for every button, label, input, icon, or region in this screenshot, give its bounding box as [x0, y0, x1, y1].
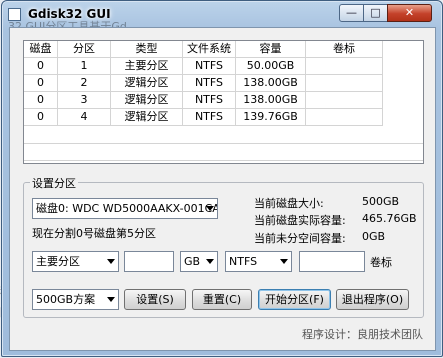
grid-line: [24, 143, 423, 144]
unit-select[interactable]: GB: [180, 251, 218, 272]
volume-label-caption: 卷标: [370, 256, 392, 269]
cell-disk: 0: [24, 58, 58, 75]
grid-line: [24, 160, 423, 161]
cell-label: [306, 58, 383, 75]
chevron-down-icon: [280, 259, 288, 264]
header-filesystem[interactable]: 文件系统: [183, 41, 236, 58]
partition-type-value: 主要分区: [36, 255, 80, 268]
cell-capacity: 138.00GB: [236, 75, 306, 92]
settings-button[interactable]: 设置(S): [124, 289, 186, 310]
chevron-down-icon: [206, 206, 214, 211]
cell-filesystem: NTFS: [183, 92, 236, 109]
cell-type: 主要分区: [111, 58, 183, 75]
filesystem-value: NTFS: [229, 255, 258, 268]
chevron-down-icon: [107, 259, 115, 264]
reset-button[interactable]: 重置(C): [192, 289, 252, 310]
unit-value: GB: [184, 255, 201, 268]
start-partition-button[interactable]: 开始分区(F): [258, 289, 331, 310]
table-row[interactable]: 0 4 逻辑分区 NTFS 139.76GB: [24, 109, 383, 126]
table-header: 磁盘 分区 类型 文件系统 容量 卷标: [24, 41, 383, 58]
info-disk-size-value: 500GB: [362, 195, 400, 208]
footer-credit: 程序设计：良朋技术团队: [302, 328, 423, 341]
size-input[interactable]: [124, 251, 174, 272]
chevron-down-icon: [206, 259, 214, 264]
cell-disk: 0: [24, 75, 58, 92]
cell-type: 逻辑分区: [111, 92, 183, 109]
cell-type: 逻辑分区: [111, 109, 183, 126]
cell-partition: 2: [58, 75, 111, 92]
minimize-button[interactable]: —: [339, 4, 364, 22]
table-row[interactable]: 0 1 主要分区 NTFS 50.00GB: [24, 58, 383, 75]
settings-group-title: 设置分区: [30, 175, 78, 191]
cell-label: [306, 75, 383, 92]
cell-partition: 1: [58, 58, 111, 75]
partition-type-select[interactable]: 主要分区: [32, 251, 119, 272]
header-label[interactable]: 卷标: [306, 41, 383, 58]
maximize-button[interactable]: □: [363, 4, 388, 22]
cell-label: [306, 109, 383, 126]
info-unallocated-value: 0GB: [362, 230, 386, 243]
header-disk[interactable]: 磁盘: [24, 41, 58, 58]
cell-type: 逻辑分区: [111, 75, 183, 92]
exit-button[interactable]: 退出程序(O): [336, 289, 409, 310]
cell-filesystem: NTFS: [183, 109, 236, 126]
disk-select[interactable]: 磁盘0: WDC WD5000AAKX-001CA: [32, 198, 218, 219]
info-actual-capacity-label: 当前磁盘实际容量:: [254, 214, 346, 227]
cell-capacity: 138.00GB: [236, 92, 306, 109]
cell-filesystem: NTFS: [183, 75, 236, 92]
cell-capacity: 139.76GB: [236, 109, 306, 126]
scheme-value: 500GB方案: [36, 293, 96, 306]
cell-capacity: 50.00GB: [236, 58, 306, 75]
client-area: 磁盘 分区 类型 文件系统 容量 卷标 0 1 主要分区 NTFS 50.00G…: [9, 27, 436, 351]
info-unallocated-label: 当前未分空间容量:: [254, 232, 346, 245]
disk-select-value: 磁盘0: WDC WD5000AAKX-001CA: [36, 202, 218, 215]
cell-label: [306, 92, 383, 109]
filesystem-select[interactable]: NTFS: [225, 251, 292, 272]
info-actual-capacity-value: 465.76GB: [362, 212, 417, 225]
partition-table[interactable]: 磁盘 分区 类型 文件系统 容量 卷标 0 1 主要分区 NTFS 50.00G…: [23, 40, 424, 164]
chevron-down-icon: [107, 297, 115, 302]
cell-filesystem: NTFS: [183, 58, 236, 75]
info-disk-size-label: 当前磁盘大小:: [254, 197, 324, 210]
header-partition[interactable]: 分区: [58, 41, 111, 58]
header-capacity[interactable]: 容量: [236, 41, 306, 58]
table-row[interactable]: 0 3 逻辑分区 NTFS 138.00GB: [24, 92, 383, 109]
header-type[interactable]: 类型: [111, 41, 183, 58]
title-bar[interactable]: 32 GUI分区工具基于Gd Gdisk32 GUI — □ ✕: [2, 1, 442, 33]
scheme-select[interactable]: 500GB方案: [32, 289, 119, 310]
cell-partition: 3: [58, 92, 111, 109]
volume-label-input[interactable]: [299, 251, 365, 272]
cell-disk: 0: [24, 109, 58, 126]
cell-disk: 0: [24, 92, 58, 109]
window-title: Gdisk32 GUI: [28, 7, 111, 21]
close-button[interactable]: ✕: [387, 4, 432, 22]
app-window: 32 GUI分区工具基于Gd Gdisk32 GUI — □ ✕ 磁盘 分区 类…: [1, 0, 443, 357]
cell-partition: 4: [58, 109, 111, 126]
status-text: 现在分割0号磁盘第5分区: [32, 227, 156, 240]
table-row[interactable]: 0 2 逻辑分区 NTFS 138.00GB: [24, 75, 383, 92]
